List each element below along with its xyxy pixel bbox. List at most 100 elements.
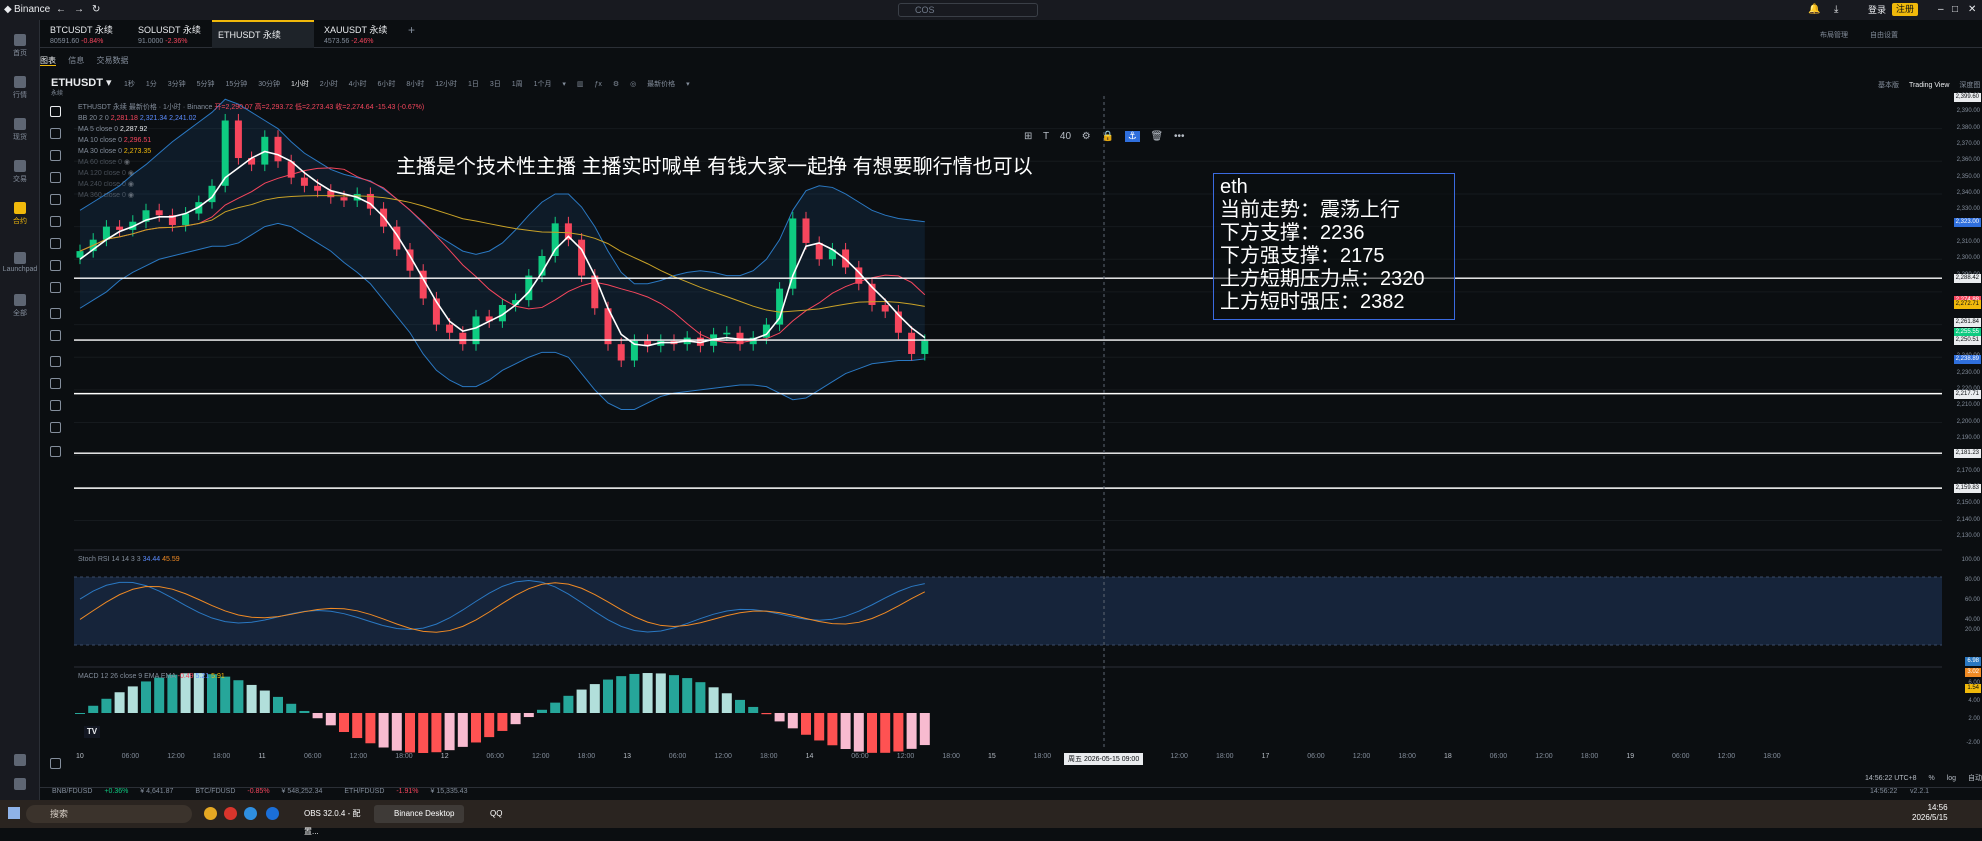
- eye-icon[interactable]: ◉: [124, 159, 130, 166]
- analysis-line: 下方强支撑：2175: [1220, 245, 1385, 267]
- candle-body: [921, 340, 929, 354]
- price-label: 2,210.00: [1956, 402, 1980, 409]
- macd-bar: [708, 687, 719, 713]
- time-label: 12: [440, 753, 449, 760]
- time-label: 12:00: [349, 753, 368, 760]
- auto-toggle[interactable]: 自动: [1968, 775, 1982, 782]
- time-label: 12:00: [1170, 753, 1188, 760]
- lock-icon[interactable]: 🔒: [1102, 131, 1114, 142]
- time-label: 18:00: [1763, 753, 1781, 760]
- taskbar-clock[interactable]: 14:56 2026/5/15: [1912, 803, 1948, 823]
- time-label: 06:00: [1489, 753, 1508, 760]
- time-label: 06:00: [486, 753, 504, 760]
- chrome-icon[interactable]: [204, 807, 217, 820]
- price-scale[interactable]: 2,399.60 2,390.00 2,380.00 2,370.00 2,360.00…: [1942, 92, 1982, 755]
- eye-icon[interactable]: ◉: [128, 181, 134, 188]
- macd-bar: [471, 713, 481, 743]
- status-ticker[interactable]: BTC/FDUSD -0.85% ¥ 548,252.34: [195, 788, 332, 795]
- time-label: 18:00: [577, 753, 596, 760]
- macd-bar: [669, 675, 679, 713]
- price-tag: 2,250.51: [1953, 336, 1981, 346]
- time-label: 17: [1261, 753, 1270, 760]
- chart-legend: ETHUSDT 永续 最新价格 · 1小时 · Binance 开=2,290.…: [78, 102, 424, 201]
- price-label: 2,370.00: [1956, 140, 1980, 147]
- taskbar-app-obs[interactable]: OBS 32.0.4 - 配置...: [284, 805, 370, 836]
- wps-icon[interactable]: [224, 807, 237, 820]
- line-width-icon[interactable]: 40: [1060, 131, 1071, 142]
- percent-toggle[interactable]: %: [1929, 775, 1935, 782]
- price-label: 2,390.00: [1956, 108, 1980, 115]
- more-icon[interactable]: •••: [1174, 131, 1185, 142]
- clock-readout[interactable]: 14:56:22 UTC+8: [1865, 775, 1917, 782]
- price-tag: 2,261.84: [1953, 317, 1981, 327]
- chart-footer-controls: 14:56:22 UTC+8 % log 自动: [1855, 773, 1982, 783]
- browser-icon[interactable]: [266, 807, 279, 820]
- candle-body: [155, 210, 163, 216]
- macd-bar: [642, 673, 653, 713]
- macd-bar: [853, 713, 864, 752]
- legend-bb: BB 20 2 0 2,281.18 2,321.34 2,241.02: [78, 115, 197, 122]
- eye-icon[interactable]: ◉: [128, 170, 134, 177]
- tradingview-logo[interactable]: TV: [84, 726, 100, 738]
- price-tag: 2,217.71: [1953, 389, 1981, 399]
- windows-start-icon[interactable]: [8, 807, 20, 819]
- macd-bar: [589, 684, 600, 713]
- candle-body: [116, 226, 124, 230]
- time-label: 12:00: [167, 753, 185, 760]
- macd-bar: [167, 674, 178, 713]
- anchor-icon[interactable]: ⚓: [1124, 131, 1140, 142]
- macd-bar: [523, 713, 534, 718]
- status-ticker[interactable]: ETH/FDUSD -1.91% ¥ 15,335.43: [344, 788, 477, 795]
- time-label: 06:00: [1672, 753, 1690, 760]
- macd-axis-label: -2.00: [1966, 740, 1980, 746]
- time-label: 12:00: [714, 753, 732, 760]
- legend-ma240: MA 240 close 0 ◉: [78, 181, 134, 188]
- macd-legend: MACD 12 26 close 9 EMA EMA -0.49 5.21 5.…: [78, 673, 225, 680]
- macd-bar: [814, 713, 825, 741]
- macd-bar: [75, 713, 85, 714]
- legend-ma60: MA 60 close 0 ◉: [78, 159, 131, 166]
- macd-bar: [391, 713, 402, 751]
- price-tag: 2,399.60: [1953, 92, 1981, 102]
- macd-bar: [431, 713, 442, 753]
- time-label: 18:00: [1398, 753, 1416, 760]
- time-label: 06:00: [668, 753, 687, 760]
- taskbar-app-qq[interactable]: QQ: [470, 805, 510, 823]
- macd-bar: [695, 682, 706, 713]
- macd-bar: [325, 713, 336, 726]
- log-toggle[interactable]: log: [1947, 775, 1956, 782]
- template-icon[interactable]: ⊞: [1024, 131, 1032, 142]
- candle-body: [908, 332, 916, 354]
- price-label: 2,350.00: [1956, 173, 1980, 180]
- time-label: 18:00: [395, 753, 413, 760]
- price-tag: 2,272.71: [1953, 299, 1981, 309]
- status-ticker[interactable]: BNB/FDUSD +0.36% ¥ 4,641.87: [52, 788, 183, 795]
- taskbar-app-binance[interactable]: Binance Desktop: [374, 805, 464, 823]
- price-label: 2,140.00: [1956, 516, 1980, 523]
- price-label: 2,360.00: [1956, 157, 1980, 164]
- time-axis[interactable]: 10 06:00 12:00 18:00 11 06:00 12:00 18:00 12 06:0…: [72, 753, 1942, 765]
- legend-ma30: MA 30 close 0 2,273.35: [78, 148, 152, 155]
- candle-body: [459, 332, 467, 345]
- analysis-line: eth: [1220, 176, 1248, 198]
- taskbar-search[interactable]: 搜索: [26, 805, 192, 823]
- macd-bar: [339, 713, 349, 732]
- trash-icon[interactable]: 🗑: [1151, 131, 1164, 142]
- edge-icon[interactable]: [244, 807, 257, 820]
- price-tag: 2,181.23: [1953, 449, 1981, 459]
- text-tool-icon[interactable]: T: [1043, 131, 1049, 142]
- price-tag: 2,323.00: [1953, 217, 1981, 227]
- stoch-axis-label: 60.00: [1964, 597, 1980, 603]
- stoch-axis-label: 100.00: [1961, 557, 1980, 563]
- price-label: 2,310.00: [1956, 238, 1980, 245]
- settings-icon[interactable]: ⚙: [1082, 131, 1091, 142]
- analysis-line: 当前走势：震荡上行: [1220, 199, 1400, 221]
- macd-bar: [114, 692, 125, 713]
- macd-bar: [616, 676, 627, 713]
- analysis-line: 上方短时强压：2382: [1220, 291, 1405, 313]
- candle-body: [723, 332, 731, 335]
- macd-bar: [840, 713, 851, 750]
- eye-icon[interactable]: ◉: [128, 192, 134, 199]
- price-tag: 2,288.42: [1953, 274, 1981, 284]
- macd-axis-label: 2.00: [1968, 716, 1980, 722]
